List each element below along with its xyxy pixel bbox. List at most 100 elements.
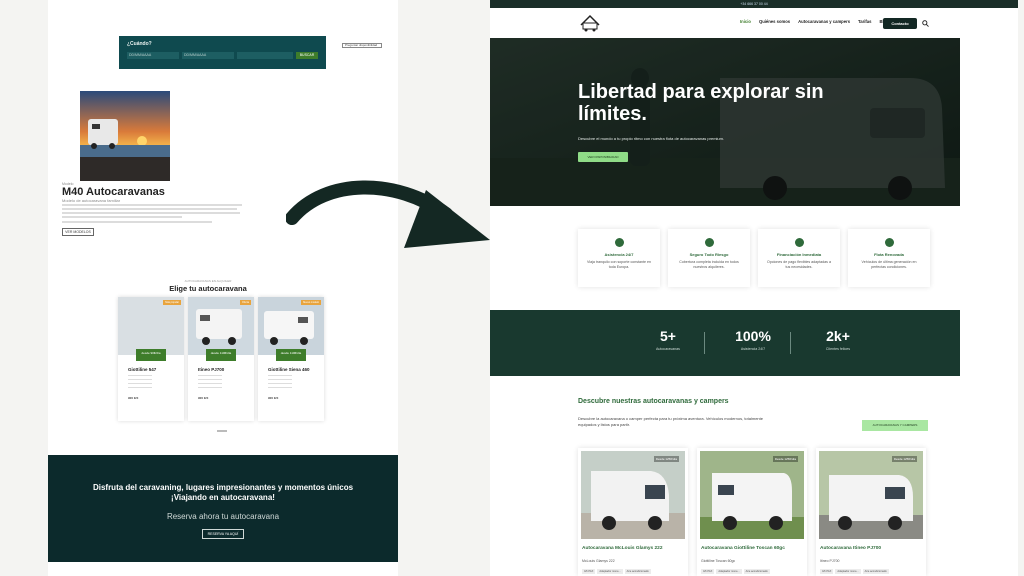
feature-chip: 4/6 PAX [820,569,834,574]
camper-card[interactable]: Desde 125€/día Autocaravana Giottiline T… [697,448,807,576]
support-icon [614,238,624,247]
card-tag: Oferta [240,300,251,305]
spec-line [268,379,292,380]
feature-title: Flota Renovada [874,252,904,257]
nav-item-tarifas[interactable]: Tarifas [858,19,871,24]
price-badge: desde 90€/día [136,349,166,361]
date-to-field[interactable]: DD/MM/AAAA [182,52,234,59]
availability-pill[interactable]: Preguntar disponibilidad [342,43,382,48]
price-badge: desde 110€/día [276,349,306,361]
new-site-screenshot: +34 666 37 00 44 Inicio Quiénes somos Au… [490,0,1018,576]
spec-line [128,387,152,388]
feature-chip: Adaptador mone... [835,569,861,574]
sunset-camper-photo [80,91,170,181]
stats-band: 5+ Autocaravanas 100% Asistencia 24/7 2k… [490,310,960,376]
camper-name: Autocaravana Giottiline Toscan 60gc [701,546,785,551]
camper-card[interactable]: Más popular desde 90€/día Giottiline 547… [118,297,184,421]
section-label: AUTOCARAVANAS EN ALQUILER [184,279,232,283]
date-from-field[interactable]: DD/MM/AAAA [127,52,179,59]
camper-card[interactable]: Nuevo modelo desde 110€/día Giottiline S… [258,297,324,421]
main-nav: Inicio Quiénes somos Autocaravanas y cam… [490,8,1018,38]
booking-question: ¿Cuándo? [127,41,152,47]
camper-photo: Más popular [118,297,184,355]
wallet-icon [794,238,804,247]
camper-name: Autocaravana McLouis Glamys 222 [582,546,663,551]
footer-line-2: ¡Viajando en autocaravana! [171,493,275,502]
hero-banner: Libertad para explorar sin límites. Desc… [490,38,960,206]
nav-item-inicio[interactable]: Inicio [740,19,751,24]
vehicle-icon [884,238,894,247]
campers-section-desc: Descubre la autocaravana o camper perfec… [578,416,763,427]
stat-item: 2k+ Clientes felices [798,328,878,351]
stat-value: 5+ [660,328,676,344]
nav-item-autocaravanas[interactable]: Autocaravanas y campers [798,19,850,24]
spec-line [198,375,222,376]
feature-chip: 4/6 PAX [701,569,715,574]
stat-value: 2k+ [826,328,850,344]
camper-name: Giottiline 547 [128,367,157,372]
text-line [62,212,240,214]
search-button[interactable]: BUSCAR [296,52,318,59]
top-bar: +34 666 37 00 44 [490,0,1018,8]
feature-desc: Opciones de pago flexibles adaptadas a t… [767,260,831,269]
camper-name: Giottiline Siena 460 [268,367,310,372]
camper-card[interactable]: Desde 125€/día Autocaravana McLouis Glam… [578,448,688,576]
feature-desc: Viaja tranquilo con soporte constante en… [586,260,652,269]
spec-line [268,383,292,384]
search-icon[interactable] [922,20,929,27]
booking-bar [237,52,293,59]
shield-icon [704,238,714,247]
stat-value: 100% [735,328,771,344]
spec-line [198,383,222,384]
camper-photo: Desde 125€/día [581,451,685,539]
camper-photo: Desde 125€/día [819,451,923,539]
card-footer: 900 €/X [198,396,209,400]
carousel-dots[interactable] [217,430,227,432]
spec-line [268,375,292,376]
card-tag: Más popular [163,300,181,305]
feature-chip: Adaptador mone... [716,569,742,574]
text-line [62,221,212,223]
model-subtitle: Modelo de autocaravana familiar [62,198,121,203]
card-footer: 900 €/X [128,396,139,400]
camper-photo: Nuevo modelo [258,297,324,355]
camper-photo: Oferta [188,297,254,355]
cta-footer: Disfruta del caravaning, lugares impresi… [48,455,398,562]
old-site-screenshot: ¿Cuándo? DD/MM/AAAA DD/MM/AAAA BUSCAR Pr… [48,0,398,576]
brand-logo-icon[interactable] [578,12,602,34]
camper-card[interactable]: Oferta desde 110€/día Itineo PJ700 900 €… [188,297,254,421]
campers-section-title: Descubre nuestras autocaravanas y camper… [578,398,729,405]
nav-item-quienes-somos[interactable]: Quiénes somos [759,19,790,24]
feature-desc: Vehículos de última generación en perfec… [861,260,917,269]
transition-arrow-icon [286,180,490,248]
feature-title: Asistencia 24/7 [604,252,634,257]
price-badge: Desde 125€/día [891,456,917,462]
stat-divider [704,332,705,354]
contact-button[interactable]: Contacto [883,18,917,29]
spec-line [198,379,222,380]
hero-title: Libertad para explorar sin límites. [578,81,824,125]
hero-description: Descubre el mundo a tu propio ritmo con … [578,136,725,141]
spec-line [268,387,292,388]
feature-title: Financiación Inmediata [776,252,822,257]
availability-button[interactable]: VER DISPONIBILIDAD [578,152,628,162]
price-badge: Desde 125€/día [772,456,798,462]
reserve-button[interactable]: RESERVA YA AQUÍ [201,529,245,539]
nav-menu: Inicio Quiénes somos Autocaravanas y cam… [740,19,889,24]
choose-section-heading: AUTOCARAVANAS EN ALQUILER Elige tu autoc… [48,279,368,293]
stat-label: Asistencia 24/7 [740,347,766,351]
price-badge: desde 110€/día [206,349,236,361]
text-line [62,204,242,206]
booking-widget: ¿Cuándo? DD/MM/AAAA DD/MM/AAAA BUSCAR [119,36,326,69]
view-models-button[interactable]: VER MODELOS [62,228,94,236]
camper-name: Itineo PJ700 [198,367,225,372]
camper-card[interactable]: Desde 125€/día Autocaravana Itineo PJ700… [816,448,926,576]
campers-button[interactable]: AUTOCARAVANAS Y CAMPERS [862,420,928,431]
feature-card: Financiación Inmediata Opciones de pago … [758,229,840,287]
spec-line [128,379,152,380]
model-title: M40 Autocaravanas [62,186,165,198]
camper-model: Itineo PJ700 [820,559,840,563]
spec-line [128,375,152,376]
feature-chip: Aire acondicionado [862,569,889,574]
price-badge: Desde 125€/día [653,456,679,462]
